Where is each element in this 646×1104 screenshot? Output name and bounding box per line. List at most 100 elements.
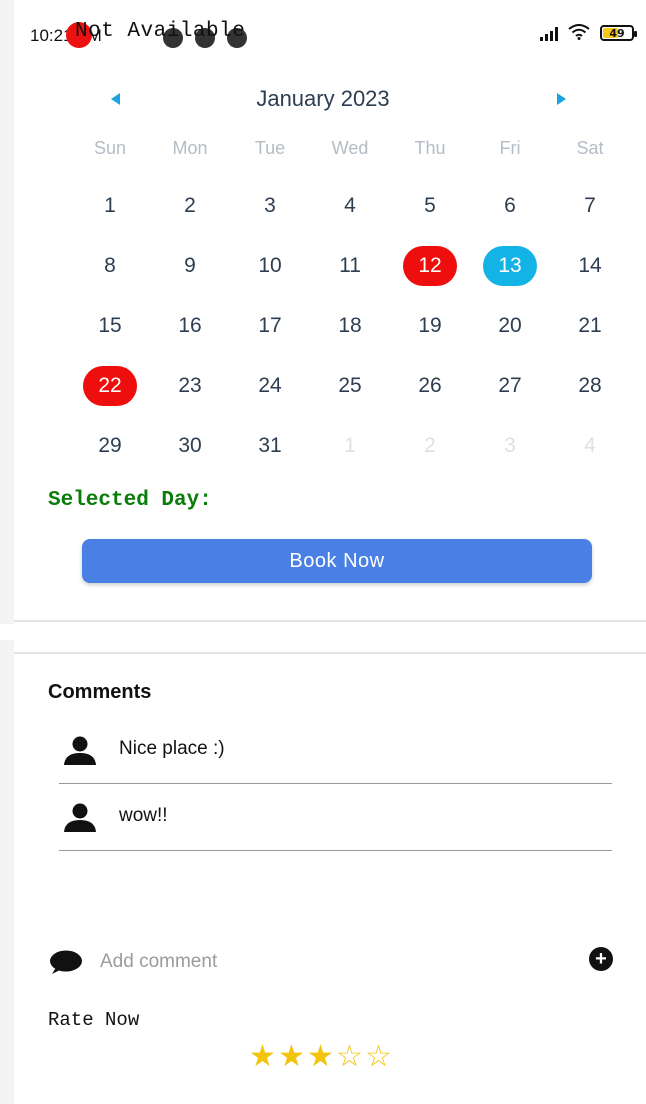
book-now-button[interactable]: Book Now xyxy=(82,539,592,583)
calendar-day-muted: 2 xyxy=(390,416,470,476)
next-month-button[interactable] xyxy=(552,90,570,108)
day-number: 31 xyxy=(258,434,282,457)
calendar-day-normal[interactable]: 10 xyxy=(230,236,310,296)
day-number: 19 xyxy=(418,314,442,337)
calendar-day-normal[interactable]: 6 xyxy=(470,176,550,236)
calendar-day-muted: 4 xyxy=(550,416,630,476)
comments-title: Comments xyxy=(48,681,152,703)
calendar-day-normal[interactable]: 23 xyxy=(150,356,230,416)
calendar-day-normal[interactable]: 1 xyxy=(70,176,150,236)
battery-icon: 49 xyxy=(600,25,637,41)
day-number: 9 xyxy=(184,254,196,277)
day-number: 25 xyxy=(338,374,362,397)
calendar-day-normal[interactable]: 25 xyxy=(310,356,390,416)
day-number: 13 xyxy=(483,246,537,286)
signal-icon xyxy=(540,25,558,41)
calendar-day-normal[interactable]: 28 xyxy=(550,356,630,416)
calendar-day-normal[interactable]: 2 xyxy=(150,176,230,236)
day-number: 3 xyxy=(504,434,516,457)
day-number: 29 xyxy=(98,434,122,457)
calendar-day-normal[interactable]: 3 xyxy=(230,176,310,236)
day-number: 30 xyxy=(178,434,202,457)
weekday-label: Thu xyxy=(414,138,446,158)
chevron-right-icon xyxy=(556,93,566,105)
day-number: 17 xyxy=(258,314,282,337)
rate-now-label: Rate Now xyxy=(48,1009,140,1031)
calendar-day-normal[interactable]: 5 xyxy=(390,176,470,236)
day-number: 20 xyxy=(498,314,522,337)
star-empty-icon[interactable]: ☆ xyxy=(335,1040,364,1074)
calendar-day-normal[interactable]: 4 xyxy=(310,176,390,236)
selected-day-label: Selected Day: xyxy=(48,489,212,512)
day-number: 15 xyxy=(98,314,122,337)
day-number: 4 xyxy=(344,194,356,217)
day-number: 2 xyxy=(184,194,196,217)
comment-item: wow!! xyxy=(59,785,612,851)
day-number: 5 xyxy=(424,194,436,217)
day-number: 10 xyxy=(258,254,282,277)
calendar-day-normal[interactable]: 14 xyxy=(550,236,630,296)
status-icons: 49 xyxy=(540,24,637,42)
day-number: 14 xyxy=(578,254,602,277)
day-number: 6 xyxy=(504,194,516,217)
calendar-day-normal[interactable]: 19 xyxy=(390,296,470,356)
day-number: 3 xyxy=(264,194,276,217)
comment-text: wow!! xyxy=(119,805,168,826)
weekday-header: Sun Mon Tue Wed Thu Fri Sat xyxy=(70,138,630,159)
calendar-day-normal[interactable]: 21 xyxy=(550,296,630,356)
day-number: 16 xyxy=(178,314,202,337)
calendar-day-normal[interactable]: 29 xyxy=(70,416,150,476)
calendar-days-grid: 1 2 3 4 5 6 7 8 9 10 11 12 13 14 15 16 17 18 19 20 21 22 23 24 2… xyxy=(70,176,630,476)
star-empty-icon[interactable]: ☆ xyxy=(364,1040,393,1074)
person-icon xyxy=(63,736,97,766)
calendar-day-normal[interactable]: 8 xyxy=(70,236,150,296)
calendar-day-normal[interactable]: 20 xyxy=(470,296,550,356)
star-filled-icon[interactable]: ★ xyxy=(277,1040,306,1074)
calendar-day-normal[interactable]: 31 xyxy=(230,416,310,476)
day-number: 2 xyxy=(424,434,436,457)
weekday-label: Tue xyxy=(254,138,286,158)
day-number: 4 xyxy=(584,434,596,457)
add-comment-input[interactable]: Add comment xyxy=(100,951,217,973)
person-icon xyxy=(63,803,97,833)
day-number: 28 xyxy=(578,374,602,397)
day-number: 18 xyxy=(338,314,362,337)
calendar-day-normal[interactable]: 16 xyxy=(150,296,230,356)
day-number: 7 xyxy=(584,194,596,217)
day-number: 12 xyxy=(403,246,457,286)
calendar-day-normal[interactable]: 18 xyxy=(310,296,390,356)
calendar-day-normal[interactable]: 7 xyxy=(550,176,630,236)
calendar-day-selected[interactable]: 13 xyxy=(470,236,550,296)
battery-percent: 49 xyxy=(609,26,625,40)
day-number: 26 xyxy=(418,374,442,397)
calendar-day-unavailable[interactable]: 12 xyxy=(390,236,470,296)
calendar-day-normal[interactable]: 15 xyxy=(70,296,150,356)
weekday-label: Sun xyxy=(93,138,127,158)
calendar-day-normal[interactable]: 30 xyxy=(150,416,230,476)
calendar-day-normal[interactable]: 17 xyxy=(230,296,310,356)
weekday-label: Wed xyxy=(331,138,369,158)
month-title: January 2023 xyxy=(256,86,390,111)
add-comment-row[interactable]: Add comment + xyxy=(48,947,613,977)
left-edge-shadow xyxy=(0,640,14,1104)
calendar-day-normal[interactable]: 26 xyxy=(390,356,470,416)
not-available-toast: Not Available xyxy=(75,20,246,43)
calendar-day-unavailable[interactable]: 22 xyxy=(70,356,150,416)
comments-card: Comments Nice place :) wow!! Add comment … xyxy=(14,652,646,1104)
calendar-day-normal[interactable]: 27 xyxy=(470,356,550,416)
calendar-day-normal[interactable]: 9 xyxy=(150,236,230,296)
day-number: 24 xyxy=(258,374,282,397)
day-number: 8 xyxy=(104,254,116,277)
calendar-day-normal[interactable]: 24 xyxy=(230,356,310,416)
star-filled-icon[interactable]: ★ xyxy=(248,1040,277,1074)
add-comment-button[interactable]: + xyxy=(589,947,613,971)
month-header: January 2023 xyxy=(14,82,646,118)
status-bar: 10:21 AM Not Available 49 xyxy=(0,0,646,70)
comment-text: Nice place :) xyxy=(119,738,225,759)
day-number: 22 xyxy=(83,366,137,406)
day-number: 1 xyxy=(344,434,356,457)
calendar-day-normal[interactable]: 11 xyxy=(310,236,390,296)
star-rating[interactable]: ★ ★ ★ ☆ ☆ xyxy=(248,1040,393,1074)
comment-item: Nice place :) xyxy=(59,718,612,784)
star-filled-icon[interactable]: ★ xyxy=(306,1040,335,1074)
